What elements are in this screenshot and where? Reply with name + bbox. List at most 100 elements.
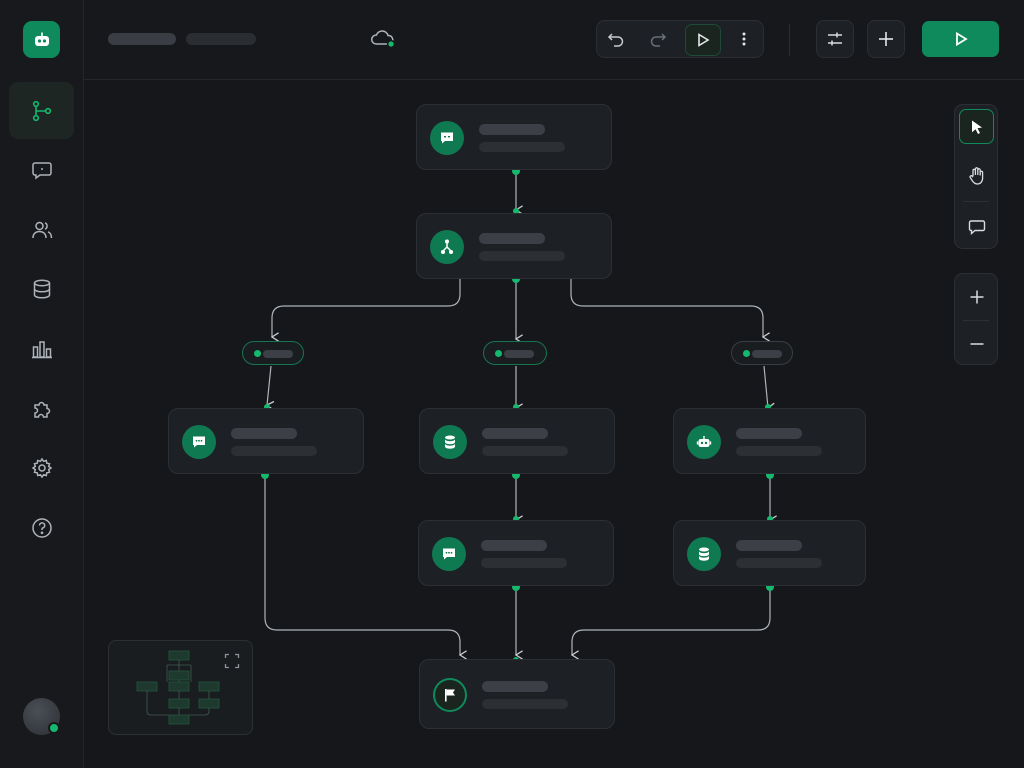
node-icon [433,678,467,712]
node-title [481,540,547,551]
node-description [479,251,565,261]
node-description [482,699,568,709]
condition-label [504,350,534,358]
node-description [479,142,565,152]
expand-icon[interactable] [224,653,240,669]
condition-status-dot [495,350,502,357]
sidebar-item-workflow[interactable] [9,82,74,139]
node-icon [432,537,466,571]
redo-button[interactable] [640,24,676,54]
sidebar-item-plugins[interactable] [9,380,74,437]
avatar[interactable] [23,698,60,735]
toolbar-divider [789,24,790,56]
node-description [481,558,567,568]
bar-chart-icon [31,340,52,358]
help-circle-icon [31,517,52,538]
zoom-out-button[interactable] [959,326,994,361]
node-description [736,558,822,568]
adjust-settings-button[interactable] [816,20,854,58]
database-icon [699,547,709,561]
hand-icon [968,166,983,185]
node-right-bot[interactable] [673,408,866,474]
condition-label [263,350,293,358]
play-icon [698,33,710,47]
gear-icon [31,457,52,478]
node-end[interactable] [419,659,615,729]
select-tool-button[interactable] [959,109,994,144]
flag-icon [445,689,455,702]
zoom-divider [963,320,989,321]
sidebar [0,0,84,768]
node-icon [182,425,216,459]
condition-pill-left[interactable] [242,341,304,365]
sidebar-item-database[interactable] [9,260,74,317]
undo-icon [607,33,624,47]
node-description [736,446,822,456]
condition-pill-center[interactable] [483,341,547,365]
comment-tool-button[interactable] [959,209,994,244]
message-icon [193,436,205,448]
database-icon [33,278,50,299]
run-workflow-button[interactable] [922,21,999,57]
plus-icon [970,290,983,303]
more-vertical-icon [742,32,746,46]
cursor-icon [971,120,982,134]
canvas-tools-panel [954,104,998,249]
page-title [108,33,176,45]
more-options-button[interactable] [726,24,762,54]
edge [265,365,275,411]
online-status-dot [48,722,60,734]
add-node-button[interactable] [867,20,905,58]
node-description [231,446,317,456]
undo-button[interactable] [598,24,634,54]
node-title [479,233,545,244]
flow-graph-icon [32,100,51,121]
branch-icon [440,239,454,255]
node-center-message[interactable] [418,520,614,586]
zoom-in-button[interactable] [959,279,994,314]
node-left-message[interactable] [168,408,364,474]
minus-icon [970,342,983,345]
node-icon [430,230,464,264]
node-title [479,124,545,135]
pan-tool-button[interactable] [959,158,994,193]
top-bar [84,0,1024,80]
page-subtitle [186,33,256,45]
sidebar-item-settings[interactable] [9,439,74,496]
users-icon [31,221,52,238]
sidebar-item-chat[interactable] [9,141,74,198]
workflow-canvas[interactable] [84,80,1024,768]
node-icon [430,121,464,155]
plus-icon [879,32,893,46]
cloud-synced-icon [371,30,396,49]
node-description [482,446,568,456]
app-logo[interactable] [23,21,60,58]
edge [763,365,776,413]
node-center-database[interactable] [419,408,615,474]
redo-icon [650,33,667,47]
sidebar-item-analytics[interactable] [9,320,74,377]
node-right-database[interactable] [673,520,866,586]
condition-pill-right[interactable] [731,341,793,365]
node-router[interactable] [416,213,612,279]
sliders-icon [828,32,842,46]
zoom-controls-panel [954,273,998,365]
sidebar-item-help[interactable] [9,499,74,556]
sync-status[interactable] [370,28,396,55]
node-title [482,681,548,692]
message-icon [443,548,455,560]
comment-icon [968,219,985,235]
node-start-message[interactable] [416,104,612,170]
edge [570,587,771,660]
history-toolbar [596,20,764,58]
sidebar-item-users[interactable] [9,201,74,258]
condition-label [752,350,782,358]
edge [270,279,461,342]
robot-icon [34,32,49,46]
node-icon [687,537,721,571]
puzzle-icon [33,401,50,418]
preview-play-button[interactable] [685,24,721,56]
message-icon [441,132,453,144]
minimap[interactable] [108,640,253,735]
node-title [231,428,297,439]
